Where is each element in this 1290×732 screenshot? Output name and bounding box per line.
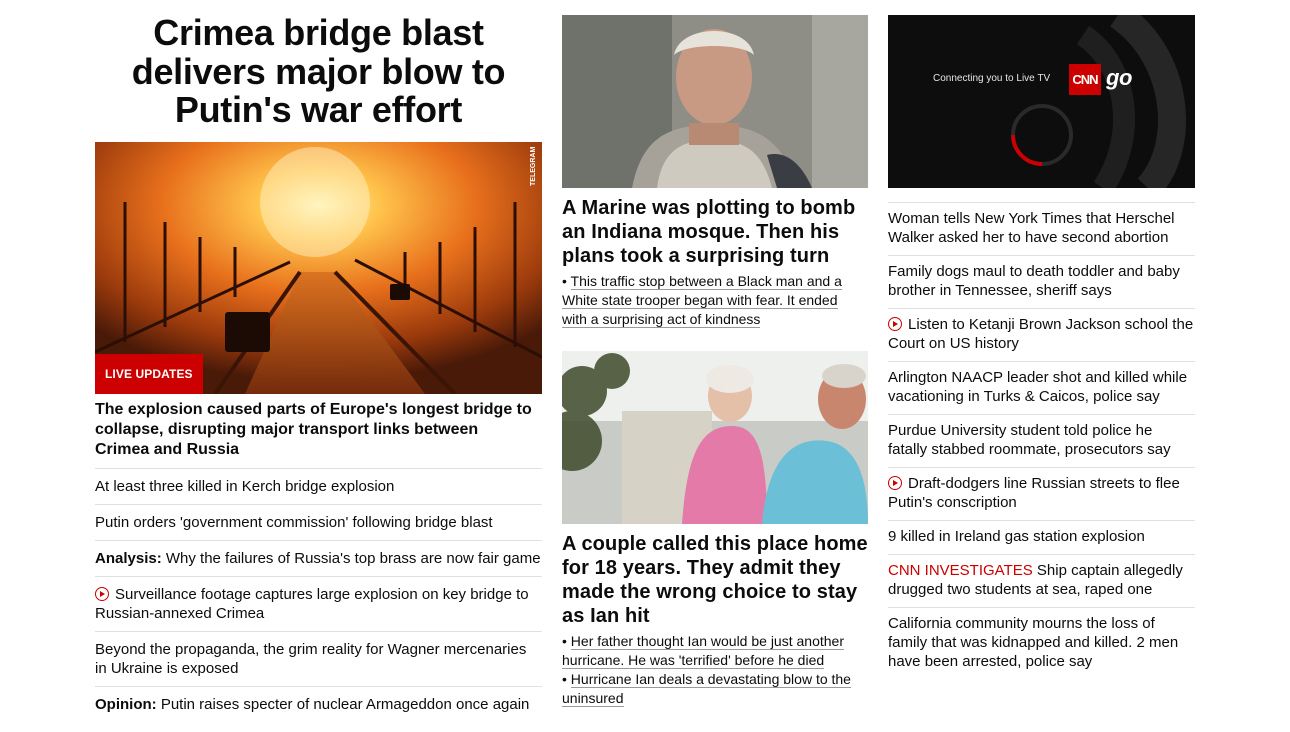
analysis-label: Analysis:	[95, 550, 162, 567]
lead-headline-link[interactable]: Crimea bridge blast delivers major blow …	[132, 12, 506, 130]
item-link[interactable]: Her father thought Ian would be just ano…	[562, 633, 844, 669]
couple-photo-image	[562, 351, 868, 524]
item-link[interactable]: At least three killed in Kerch bridge ex…	[95, 478, 394, 495]
list-item[interactable]: Purdue University student told police he…	[888, 414, 1195, 467]
list-item[interactable]: Opinion: Putin raises specter of nuclear…	[95, 686, 542, 722]
play-icon	[95, 587, 109, 601]
item-link[interactable]: Listen to Ketanji Brown Jackson school t…	[888, 316, 1193, 352]
list-item[interactable]: Analysis: Why the failures of Russia's t…	[95, 540, 542, 576]
list-item[interactable]: Draft-dodgers line Russian streets to fl…	[888, 467, 1195, 520]
list-item[interactable]: 9 killed in Ireland gas station explosio…	[888, 520, 1195, 554]
item-link[interactable]: California community mourns the loss of …	[888, 615, 1178, 670]
list-item[interactable]: Putin orders 'government commission' fol…	[95, 504, 542, 540]
list-item[interactable]: Surveillance footage captures large expl…	[95, 576, 542, 631]
list-item[interactable]: Arlington NAACP leader shot and killed w…	[888, 361, 1195, 414]
marine-related-list: • This traffic stop between a Black man …	[562, 272, 862, 329]
list-item[interactable]: Family dogs maul to death toddler and ba…	[888, 255, 1195, 308]
live-updates-badge[interactable]: LIVE UPDATES	[95, 354, 203, 394]
item-link[interactable]: Putin raises specter of nuclear Armagedd…	[161, 696, 530, 713]
item-link[interactable]: Family dogs maul to death toddler and ba…	[888, 263, 1180, 299]
item-link[interactable]: Why the failures of Russia's top brass a…	[166, 550, 541, 567]
item-link[interactable]: 9 killed in Ireland gas station explosio…	[888, 528, 1145, 545]
list-item[interactable]: • Hurricane Ian deals a devastating blow…	[562, 670, 862, 708]
list-item[interactable]: Beyond the propaganda, the grim reality …	[95, 631, 542, 686]
list-item[interactable]: • Her father thought Ian would be just a…	[562, 632, 862, 670]
item-link[interactable]: Surveillance footage captures large expl…	[95, 586, 529, 622]
list-item[interactable]: Listen to Ketanji Brown Jackson school t…	[888, 308, 1195, 361]
opinion-label: Opinion:	[95, 696, 157, 713]
list-item[interactable]: California community mourns the loss of …	[888, 607, 1195, 679]
marine-portrait-image	[562, 15, 868, 188]
cnn-investigates-label: CNN INVESTIGATES	[888, 562, 1033, 579]
player-background	[888, 15, 1195, 188]
lead-headline[interactable]: Crimea bridge blast delivers major blow …	[95, 12, 542, 130]
play-icon	[888, 317, 902, 331]
cnn-logo: CNN	[1069, 64, 1101, 95]
list-item[interactable]: CNN INVESTIGATES Ship captain allegedly …	[888, 554, 1195, 607]
lead-related-list: At least three killed in Kerch bridge ex…	[95, 468, 542, 722]
marine-story-image[interactable]	[562, 15, 868, 188]
list-item[interactable]: • This traffic stop between a Black man …	[562, 272, 862, 329]
couple-related-list: • Her father thought Ian would be just a…	[562, 632, 862, 708]
marine-story-title[interactable]: A Marine was plotting to bomb an Indiana…	[562, 196, 868, 268]
couple-story-title[interactable]: A couple called this place home for 18 y…	[562, 532, 868, 628]
lead-story-column: Crimea bridge blast delivers major blow …	[95, 0, 542, 713]
item-link[interactable]: Draft-dodgers line Russian streets to fl…	[888, 475, 1180, 511]
item-link[interactable]: Beyond the propaganda, the grim reality …	[95, 641, 526, 677]
play-icon	[888, 476, 902, 490]
item-link[interactable]: This traffic stop between a Black man an…	[562, 273, 842, 328]
connecting-text: Connecting you to Live TV	[933, 73, 1051, 84]
couple-story-image[interactable]	[562, 351, 868, 524]
list-item[interactable]: At least three killed in Kerch bridge ex…	[95, 468, 542, 504]
image-credit: TELEGRAM	[530, 146, 537, 186]
headlines-list: Woman tells New York Times that Herschel…	[888, 202, 1195, 679]
live-tv-player[interactable]: Connecting you to Live TV CNN go	[888, 15, 1195, 188]
item-link[interactable]: Woman tells New York Times that Herschel…	[888, 210, 1175, 246]
item-link[interactable]: Putin orders 'government commission' fol…	[95, 514, 493, 531]
list-item[interactable]: Woman tells New York Times that Herschel…	[888, 202, 1195, 255]
item-link[interactable]: Arlington NAACP leader shot and killed w…	[888, 369, 1187, 405]
item-link[interactable]: Purdue University student told police he…	[888, 422, 1171, 458]
lead-image[interactable]: TELEGRAM LIVE UPDATES	[95, 142, 542, 394]
go-logo-text: go	[1106, 65, 1132, 90]
item-link[interactable]: Hurricane Ian deals a devastating blow t…	[562, 671, 851, 707]
lead-description[interactable]: The explosion caused parts of Europe's l…	[95, 400, 535, 460]
